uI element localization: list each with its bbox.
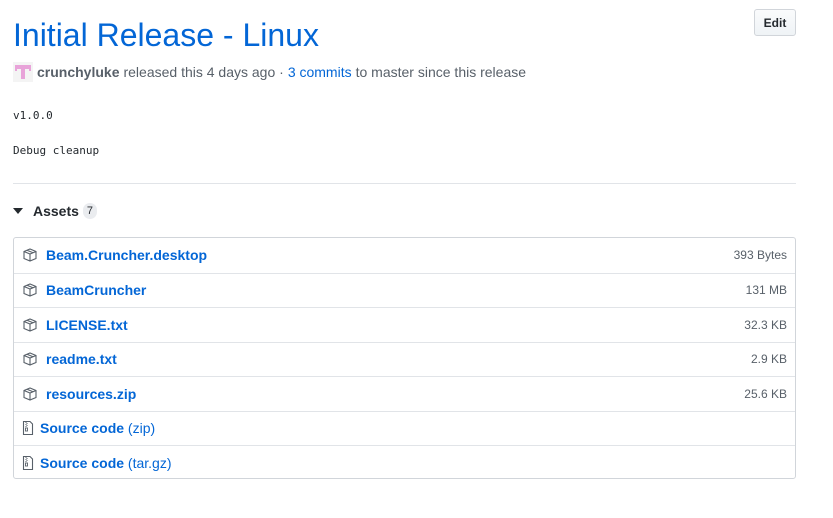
package-icon bbox=[22, 351, 38, 367]
commits-link[interactable]: 3 commits bbox=[288, 64, 352, 80]
package-icon bbox=[22, 282, 38, 298]
asset-row: LICENSE.txt 32.3 KB bbox=[14, 307, 795, 342]
assets-label: Assets bbox=[33, 203, 79, 219]
file-zip-icon bbox=[20, 420, 36, 436]
source-targz-link[interactable]: Source code (tar.gz) bbox=[40, 455, 172, 471]
asset-link[interactable]: BeamCruncher bbox=[46, 282, 146, 298]
asset-row: BeamCruncher 131 MB bbox=[14, 272, 795, 308]
author-link[interactable]: crunchyluke bbox=[37, 64, 119, 80]
asset-link[interactable]: LICENSE.txt bbox=[46, 317, 128, 333]
released-text: released this 4 days ago · bbox=[123, 64, 284, 80]
asset-size: 32.3 KB bbox=[744, 317, 787, 332]
source-code-row: Source code (tar.gz) bbox=[14, 445, 795, 480]
source-format: (tar.gz) bbox=[127, 454, 172, 471]
triangle-down-icon bbox=[13, 208, 23, 214]
asset-size: 25.6 KB bbox=[744, 386, 787, 401]
package-icon bbox=[22, 247, 38, 263]
release-title[interactable]: Initial Release - Linux bbox=[13, 14, 319, 56]
source-format: (zip) bbox=[127, 420, 156, 437]
assets-list: Beam.Cruncher.desktop 393 Bytes BeamCrun… bbox=[13, 237, 796, 479]
package-icon bbox=[22, 317, 38, 333]
asset-size: 393 Bytes bbox=[733, 248, 787, 263]
identicon-avatar[interactable] bbox=[13, 62, 33, 82]
package-icon bbox=[22, 386, 38, 402]
divider bbox=[13, 183, 796, 184]
edit-button[interactable]: Edit bbox=[754, 9, 796, 36]
asset-row: Beam.Cruncher.desktop 393 Bytes bbox=[14, 238, 795, 273]
file-zip-icon bbox=[20, 455, 36, 471]
release-meta: crunchyluke released this 4 days ago · 3… bbox=[13, 62, 526, 82]
asset-link[interactable]: readme.txt bbox=[46, 351, 117, 367]
asset-link[interactable]: Beam.Cruncher.desktop bbox=[46, 247, 207, 263]
source-zip-link[interactable]: Source code (zip) bbox=[40, 420, 155, 436]
assets-count-badge: 7 bbox=[82, 203, 98, 219]
release-version: v1.0.0 bbox=[13, 109, 53, 122]
assets-toggle[interactable]: Assets 7 bbox=[13, 201, 98, 221]
asset-link[interactable]: resources.zip bbox=[46, 386, 136, 402]
asset-size: 2.9 KB bbox=[750, 352, 787, 367]
asset-size: 131 MB bbox=[745, 283, 787, 298]
asset-row: resources.zip 25.6 KB bbox=[14, 376, 795, 411]
source-code-row: Source code (zip) bbox=[14, 410, 795, 446]
release-notes: Debug cleanup bbox=[13, 144, 100, 157]
asset-row: readme.txt 2.9 KB bbox=[14, 341, 795, 377]
branch-text: to master since this release bbox=[355, 64, 527, 80]
